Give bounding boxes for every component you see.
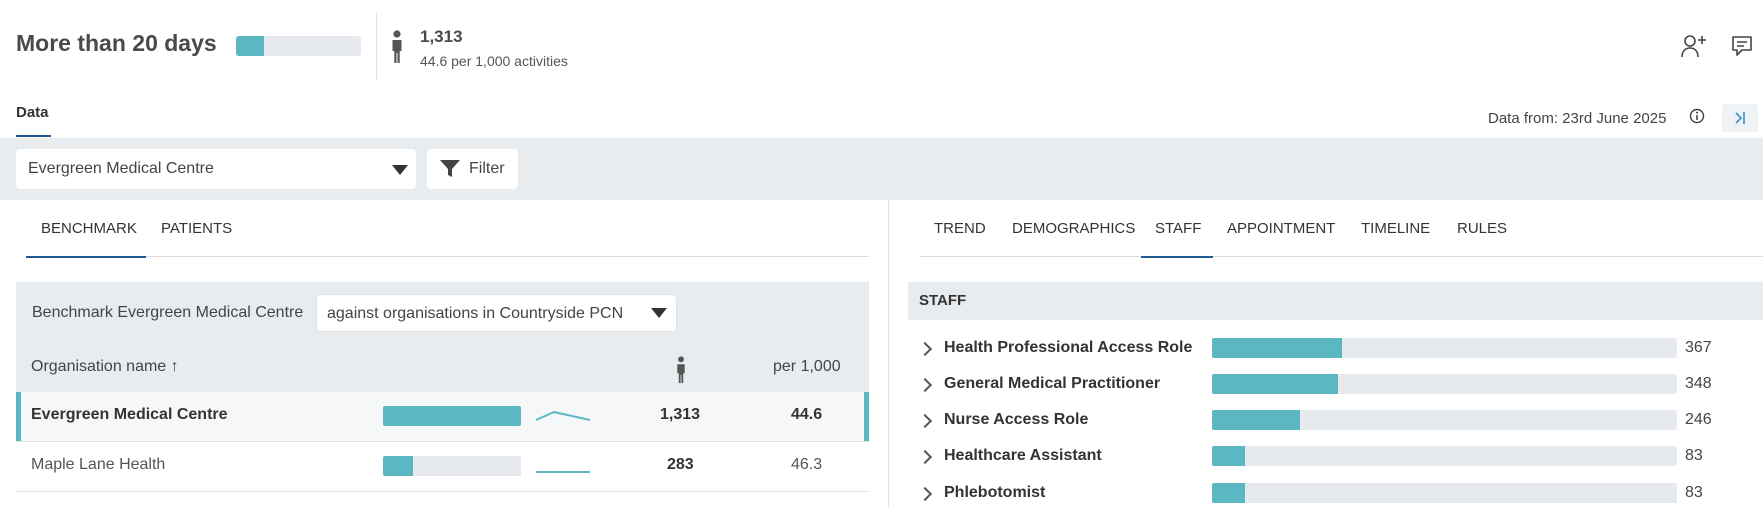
staff-role-bar [1212, 374, 1677, 394]
comment-button[interactable] [1728, 32, 1756, 60]
column-header-organisation[interactable]: Organisation name ↑ [31, 358, 179, 376]
data-from-label: Data from: 23rd June 2025 [1488, 110, 1667, 127]
tab-rules[interactable]: RULES [1457, 220, 1507, 237]
left-tabs-baseline [26, 256, 869, 257]
row-count-bar [383, 406, 521, 426]
tab-patients[interactable]: PATIENTS [161, 220, 232, 237]
tab-data-underline [16, 135, 51, 137]
row-count-bar [383, 456, 521, 476]
row-org-name: Maple Lane Health [31, 456, 166, 473]
tab-trend[interactable]: TREND [934, 220, 986, 237]
selected-row-accent [16, 392, 21, 441]
staff-role-bar [1212, 410, 1677, 430]
benchmark-label: Benchmark Evergreen Medical Centre [32, 304, 304, 321]
header-divider [376, 12, 377, 80]
filter-button[interactable]: Filter [427, 149, 518, 189]
tab-appointment[interactable]: APPOINTMENT [1227, 220, 1335, 237]
header-progress-bar [236, 36, 361, 56]
row-count: 1,313 [660, 406, 701, 423]
staff-row[interactable]: General Medical Practitioner 348 [917, 372, 1760, 404]
staff-role-bar-fill [1212, 338, 1343, 358]
staff-role-name: Health Professional Access Role [944, 339, 1193, 356]
tab-demographics[interactable]: DEMOGRAPHICS [1012, 220, 1135, 237]
column-header-per-1000: per 1,000 [773, 358, 841, 375]
staff-role-name: Healthcare Assistant [944, 447, 1102, 464]
selected-row-accent [864, 392, 869, 441]
staff-role-bar-fill [1212, 446, 1245, 466]
tab-staff-underline [1141, 256, 1213, 258]
staff-role-value: 83 [1685, 447, 1703, 464]
staff-role-value: 246 [1685, 411, 1712, 428]
staff-role-bar [1212, 446, 1677, 466]
last-page-icon [1735, 112, 1745, 124]
staff-header-label: STAFF [919, 292, 967, 309]
row-sparkline [535, 410, 591, 421]
add-user-button[interactable] [1680, 32, 1708, 60]
row-count-bar-fill [383, 456, 414, 476]
person-icon [677, 356, 685, 384]
right-tabs-baseline [920, 256, 1763, 257]
staff-role-name: Nurse Access Role [944, 411, 1089, 428]
staff-row[interactable]: Nurse Access Role 246 [917, 408, 1760, 440]
filter-icon [440, 160, 460, 177]
organisation-select-value: Evergreen Medical Centre [28, 160, 214, 177]
row-rate: 44.6 [791, 406, 823, 423]
staff-role-value: 367 [1685, 339, 1712, 356]
staff-role-bar-fill [1212, 410, 1301, 430]
staff-role-value: 83 [1685, 484, 1703, 501]
staff-section-header: STAFF [908, 282, 1763, 320]
tab-benchmark-underline [26, 256, 146, 258]
tab-timeline[interactable]: TIMELINE [1361, 220, 1430, 237]
tab-staff[interactable]: STAFF [1155, 220, 1201, 237]
add-user-icon [1681, 35, 1706, 58]
staff-role-value: 348 [1685, 375, 1712, 392]
staff-row[interactable]: Healthcare Assistant 83 [917, 444, 1760, 476]
staff-row[interactable]: Phlebotomist 83 [917, 481, 1760, 513]
header-progress-fill [236, 36, 264, 56]
row-count: 283 [667, 456, 694, 473]
person-icon [392, 30, 402, 63]
chevron-down-icon [651, 308, 667, 318]
filter-button-label: Filter [469, 160, 505, 177]
row-org-name: Evergreen Medical Centre [31, 406, 228, 423]
tab-data[interactable]: Data [16, 104, 49, 121]
organisation-select[interactable]: Evergreen Medical Centre [16, 149, 416, 189]
patient-rate: 44.6 per 1,000 activities [420, 53, 568, 69]
row-rate: 46.3 [791, 456, 823, 473]
staff-role-name: Phlebotomist [944, 484, 1046, 501]
chevron-down-icon [392, 165, 408, 175]
staff-role-bar-fill [1212, 374, 1338, 394]
chevron-right-icon[interactable] [917, 341, 933, 357]
staff-role-bar [1212, 483, 1677, 503]
tab-benchmark[interactable]: BENCHMARK [41, 220, 137, 237]
staff-role-bar [1212, 338, 1677, 358]
benchmark-scope-select[interactable]: against organisations in Countryside PCN [316, 294, 677, 332]
collapse-panel-button[interactable] [1722, 104, 1758, 132]
page-title: More than 20 days [16, 30, 217, 56]
chevron-right-icon[interactable] [917, 486, 933, 502]
staff-row[interactable]: Health Professional Access Role 367 [917, 336, 1760, 368]
benchmark-scope-value: against organisations in Countryside PCN [327, 305, 624, 322]
info-button[interactable] [1685, 104, 1709, 128]
row-sparkline [536, 471, 590, 473]
chevron-right-icon[interactable] [917, 413, 933, 429]
staff-role-name: General Medical Practitioner [944, 375, 1161, 392]
chevron-right-icon[interactable] [917, 377, 933, 393]
comment-icon [1732, 36, 1752, 56]
info-icon [1689, 108, 1705, 124]
row-count-bar-fill [383, 406, 521, 426]
staff-role-bar-fill [1212, 483, 1245, 503]
chevron-right-icon[interactable] [917, 449, 933, 465]
patient-count: 1,313 [420, 27, 463, 46]
panel-divider [888, 200, 889, 507]
